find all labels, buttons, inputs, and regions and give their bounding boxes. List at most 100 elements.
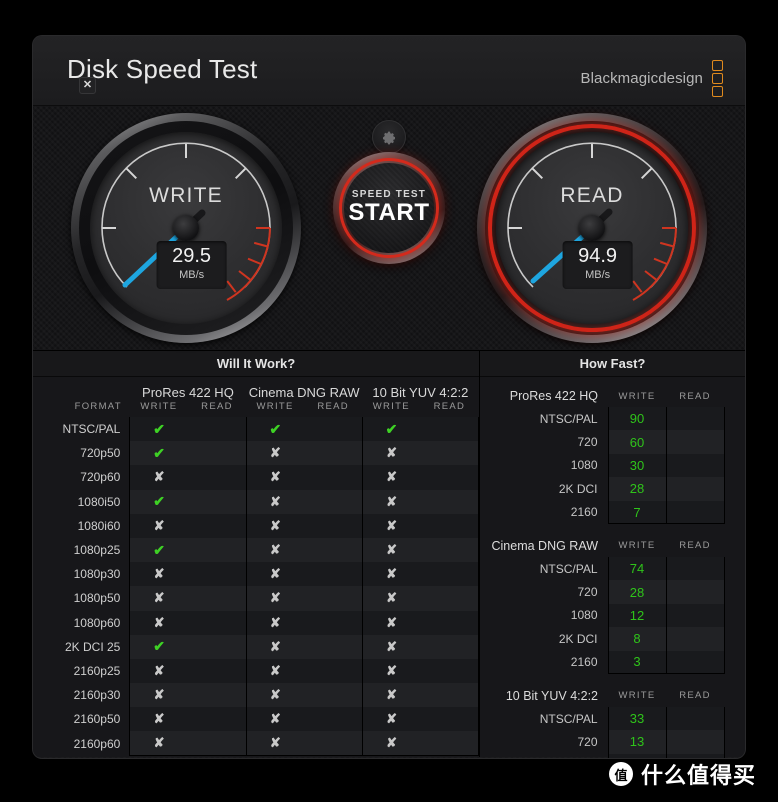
support-cell-write: ✘	[129, 683, 188, 708]
how-fast-read-header: READ	[679, 390, 711, 402]
support-cell-read	[187, 417, 247, 442]
how-fast-write-header: WRITE	[618, 390, 656, 402]
speed-test-start-button[interactable]: SPEED TEST START	[333, 152, 445, 264]
read-gauge-label: READ	[560, 183, 624, 207]
support-cell-read	[304, 513, 363, 538]
cross-icon: ✘	[269, 469, 281, 485]
how-fast-group-header: Cinema DNG RAW WRITE READ	[480, 535, 745, 557]
read-speed-value	[665, 627, 725, 651]
codec-header-dng: Cinema DNG RAW	[248, 385, 360, 400]
support-cell-write: ✘	[129, 610, 188, 635]
support-cell-write: ✘	[245, 513, 305, 538]
cross-icon: ✘	[386, 614, 397, 630]
resolution-label: NTSC/PAL	[539, 411, 598, 426]
format-label: 1080p50	[73, 591, 121, 606]
table-row: 1080p25 ✔ ✘ ✘	[33, 537, 480, 563]
table-row: 720 13	[480, 730, 745, 754]
table-row: 2K DCI 28	[480, 477, 745, 501]
cross-icon: ✘	[269, 711, 281, 727]
support-cell-write: ✘	[129, 562, 188, 587]
support-cell-write: ✘	[245, 537, 305, 563]
cross-icon: ✘	[269, 517, 281, 533]
support-cell-read	[304, 562, 363, 587]
cross-icon: ✘	[153, 711, 165, 727]
support-cell-read	[420, 417, 480, 442]
how-fast-panel: How Fast? ProRes 422 HQ WRITE READ NTSC/PAL…	[480, 351, 745, 758]
start-area: SPEED TEST START	[333, 120, 445, 264]
support-cell-read	[420, 707, 480, 732]
resolution-label: 720	[577, 734, 598, 749]
write-speed-value: 33	[607, 706, 666, 731]
support-cell-write: ✘	[361, 562, 421, 587]
cross-icon: ✘	[386, 638, 397, 654]
cross-icon: ✘	[269, 542, 281, 558]
support-cell-write: ✘	[245, 586, 305, 611]
settings-gear-button[interactable]	[372, 120, 406, 154]
table-row: 2K DCI 25 ✔ ✘ ✘	[33, 634, 480, 659]
resolution-label: 2160	[570, 505, 598, 520]
cross-icon: ✘	[386, 711, 397, 727]
table-row: 2K DCI 8	[480, 627, 745, 651]
support-cell-read	[420, 658, 480, 684]
support-cell-read	[304, 417, 363, 442]
how-fast-write-header: WRITE	[618, 540, 656, 552]
read-speed-value	[665, 453, 725, 478]
cross-icon: ✘	[386, 469, 397, 485]
support-cell-write: ✘	[245, 610, 305, 635]
cross-icon: ✘	[269, 566, 281, 582]
support-cell-read	[420, 634, 480, 659]
resolution-label: 2160	[570, 655, 598, 670]
support-cell-write: ✘	[361, 731, 421, 757]
support-cell-write: ✘	[361, 658, 421, 684]
check-icon: ✔	[153, 493, 165, 510]
support-cell-write: ✘	[245, 658, 305, 684]
support-cell-read	[187, 441, 247, 466]
support-cell-write: ✘	[129, 513, 188, 538]
check-icon: ✔	[269, 420, 282, 437]
close-button[interactable]: ✕	[79, 77, 96, 94]
read-speed-value	[665, 500, 725, 525]
read-gauge-hub	[579, 215, 605, 241]
how-fast-read-header: READ	[679, 540, 711, 552]
format-label: 1080p25	[73, 543, 121, 558]
support-cell-read	[187, 513, 247, 538]
codec-header-prores: ProRes 422 HQ	[142, 385, 234, 400]
support-cell-read	[420, 513, 480, 538]
support-cell-read	[304, 610, 363, 635]
support-cell-write: ✔	[361, 417, 421, 442]
how-fast-title: How Fast?	[480, 351, 745, 377]
cross-icon: ✘	[269, 687, 281, 703]
cross-icon: ✘	[269, 662, 281, 678]
support-cell-read	[420, 537, 480, 563]
read-speed-value	[665, 430, 725, 454]
support-cell-read	[187, 634, 247, 659]
table-row: 2160p60 ✘ ✘ ✘	[33, 731, 480, 757]
resolution-label: 1080	[480, 754, 608, 758]
cross-icon: ✘	[269, 614, 281, 630]
support-cell-read	[420, 441, 480, 466]
table-row: 720p50 ✔ ✘ ✘	[33, 441, 480, 466]
support-cell-write: ✘	[245, 707, 305, 732]
table-row: 1080i50 ✔ ✘ ✘	[33, 489, 480, 514]
support-cell-write: ✘	[361, 586, 421, 611]
watermark-text: 什么值得买	[640, 764, 756, 789]
format-label: 2160p60	[73, 736, 121, 751]
how-fast-codec-label: ProRes 422 HQ	[509, 389, 598, 403]
table-row: 2160 3	[480, 650, 745, 675]
table-row: 1080p30 ✘ ✘ ✘	[33, 562, 480, 587]
group-spacer	[480, 524, 745, 535]
format-header: FORMAT	[74, 401, 122, 412]
support-cell-write: ✔	[129, 537, 188, 563]
support-cell-write: ✔	[129, 417, 188, 442]
how-fast-rows: ProRes 422 HQ WRITE READ NTSC/PAL 90 720 60 108…	[480, 385, 745, 758]
support-cell-read	[187, 562, 247, 587]
cross-icon: ✘	[153, 662, 165, 678]
write-readout: 29.5 MB/s	[156, 241, 227, 289]
resolution-label: NTSC/PAL	[539, 561, 598, 576]
group-spacer	[480, 674, 745, 685]
support-cell-write: ✘	[361, 513, 421, 538]
table-row: NTSC/PAL ✔ ✔ ✔	[33, 417, 480, 442]
support-cell-read	[187, 465, 247, 490]
format-label: 720p50	[80, 446, 121, 461]
support-cell-write: ✔	[129, 489, 188, 514]
